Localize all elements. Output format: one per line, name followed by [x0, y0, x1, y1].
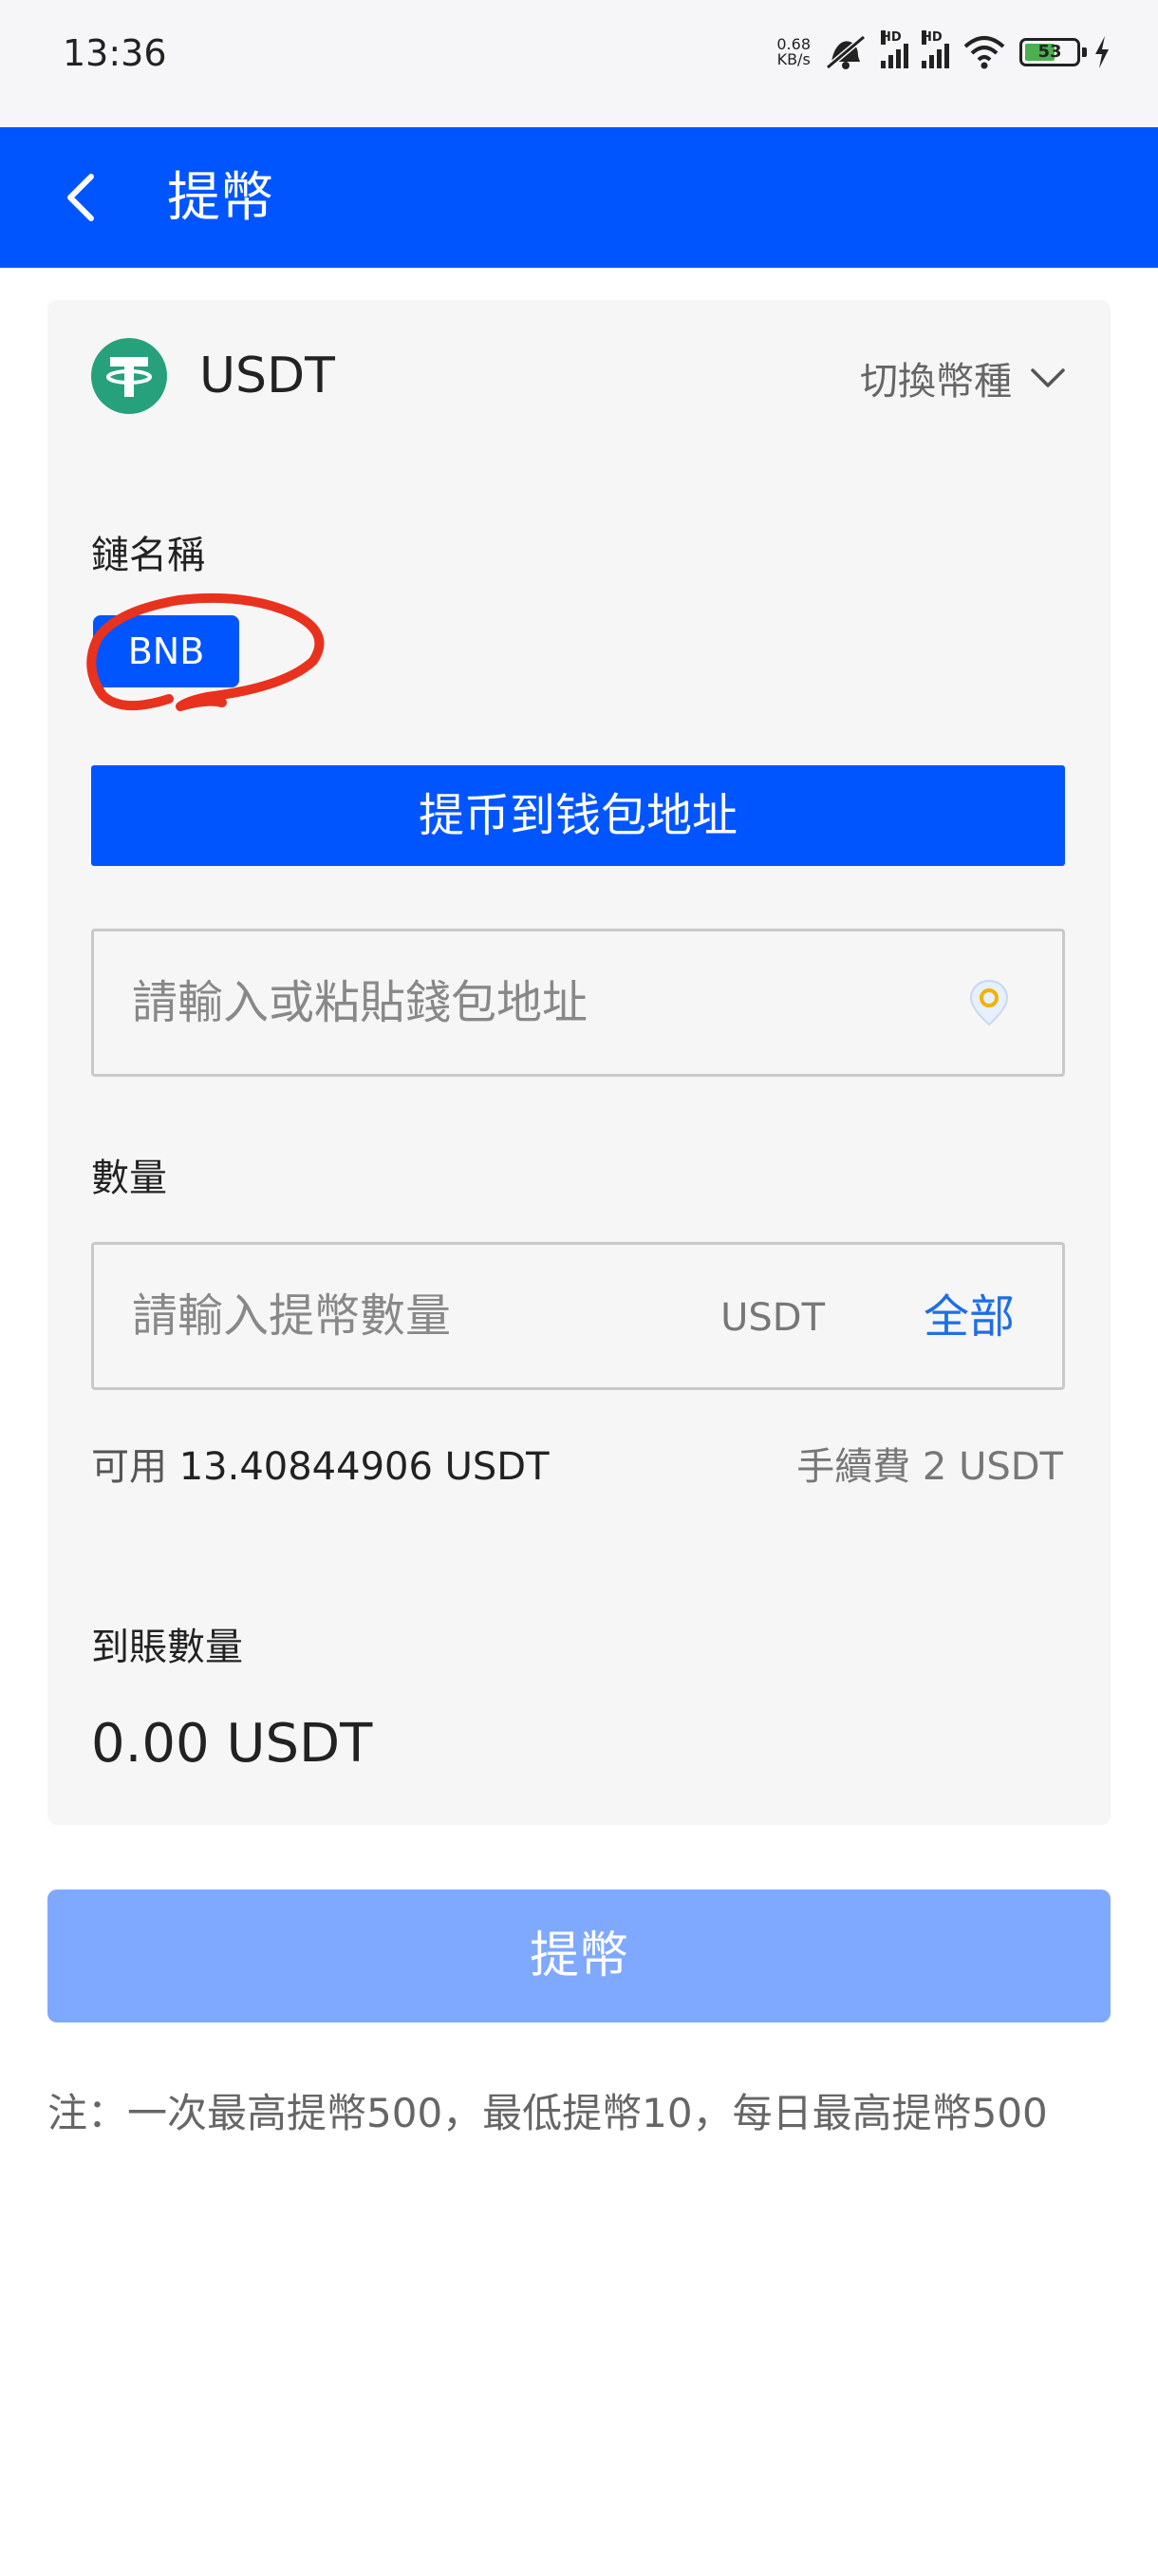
receive-amount: 0.00 USDT	[91, 1713, 373, 1775]
chevron-left-icon	[67, 174, 94, 221]
address-input[interactable]	[132, 931, 948, 1074]
app-header: 提幣	[0, 127, 1158, 268]
usdt-logo-icon	[91, 338, 167, 414]
available-label: 可用	[91, 1445, 167, 1489]
wifi-icon	[963, 36, 1005, 69]
withdraw-limit-note: 注：一次最高提幣500，最低提幣10，每日最高提幣500	[47, 2090, 1048, 2136]
fee-value: 2 USDT	[922, 1445, 1063, 1489]
submit-withdraw-button[interactable]: 提幣	[47, 1890, 1111, 2022]
status-icons: 0.68 KB/s HD HD 53	[776, 28, 1111, 76]
page-title: 提幣	[167, 167, 273, 229]
withdraw-card: USDT 切換幣種 鏈名稱 BNB 提币到钱包地址 數量 USDT 全部 可用 …	[47, 300, 1111, 1825]
back-button[interactable]	[57, 165, 114, 230]
chevron-down-icon	[1031, 368, 1065, 387]
quantity-label: 數量	[91, 1156, 167, 1200]
battery-icon: 53	[1019, 38, 1087, 66]
receive-label: 到賬數量	[91, 1626, 243, 1669]
network-speed-unit: KB/s	[776, 50, 811, 68]
withdraw-all-button[interactable]: 全部	[924, 1288, 1015, 1345]
charging-icon	[1095, 36, 1109, 68]
signal-icon: HD	[881, 30, 908, 68]
coin-name: USDT	[199, 348, 335, 404]
available-balance: 可用 13.40844906 USDT	[91, 1436, 550, 1491]
fee-label: 手續費	[796, 1445, 911, 1489]
withdraw-to-wallet-button[interactable]: 提币到钱包地址	[91, 765, 1065, 866]
available-value: 13.40844906 USDT	[178, 1445, 550, 1489]
switch-coin-label: 切換幣種	[860, 360, 1012, 404]
signal-hd-label: HD	[881, 30, 902, 45]
fee-info: 手續費 2 USDT	[796, 1436, 1063, 1491]
mute-icon	[826, 34, 866, 70]
signal-hd-label: HD	[922, 30, 943, 45]
quantity-input-box: USDT 全部	[91, 1242, 1065, 1390]
chain-label: 鏈名稱	[91, 534, 205, 577]
status-bar: 13:36 0.68 KB/s HD HD 53	[0, 0, 1158, 127]
coin-row: USDT 切換幣種	[91, 338, 1067, 414]
location-pin-icon[interactable]	[963, 977, 1015, 1028]
battery-level: 53	[1037, 42, 1062, 62]
address-input-box	[91, 929, 1065, 1077]
switch-coin-button[interactable]: 切換幣種	[860, 351, 1067, 404]
network-speed: 0.68 KB/s	[776, 37, 811, 67]
chain-option-bnb[interactable]: BNB	[93, 615, 239, 687]
signal-icon: HD	[922, 30, 949, 68]
quantity-input[interactable]	[132, 1245, 701, 1387]
status-time: 13:36	[63, 32, 167, 74]
quantity-unit: USDT	[720, 1296, 825, 1340]
